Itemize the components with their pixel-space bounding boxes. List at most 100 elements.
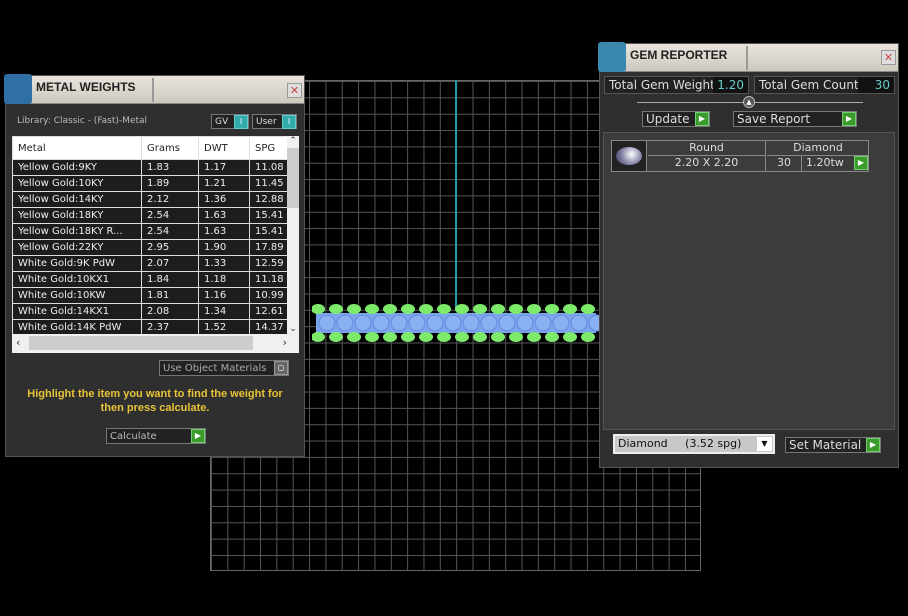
- table-cell: 1.16: [198, 287, 250, 304]
- prong: [581, 304, 595, 314]
- gem-seat: [498, 314, 516, 332]
- prong: [329, 304, 343, 314]
- total-gem-count-value: 30: [858, 77, 894, 93]
- gem-seat: [570, 314, 588, 332]
- table-cell: 2.12: [141, 191, 199, 208]
- prong: [491, 332, 505, 342]
- use-object-materials-toggle[interactable]: Use Object Materials ○: [159, 360, 289, 376]
- column-header[interactable]: Grams: [141, 136, 199, 160]
- gem-reporter-app-icon: [598, 42, 626, 72]
- table-row[interactable]: White Gold:14KX1 2.08 1.34 12.61: [12, 303, 299, 320]
- table-cell: 2.54: [141, 207, 199, 224]
- panel-title: GEM REPORTER: [630, 48, 728, 62]
- save-report-button[interactable]: Save Report ▶: [733, 111, 857, 127]
- chevron-down-icon[interactable]: ▼: [757, 437, 772, 451]
- horizontal-scrollbar[interactable]: ‹ ›: [12, 334, 299, 353]
- table-row[interactable]: Yellow Gold:10KY 1.89 1.21 11.45: [12, 175, 299, 192]
- metal-weights-app-icon: [4, 74, 32, 104]
- gem-seat: [534, 314, 552, 332]
- table-cell: White Gold:9K PdW: [12, 255, 142, 272]
- close-button[interactable]: ✕: [881, 50, 896, 65]
- column-header[interactable]: DWT: [198, 136, 250, 160]
- table-cell: 1.63: [198, 207, 250, 224]
- prong: [312, 332, 325, 342]
- title-bar[interactable]: METAL WEIGHTS ✕: [4, 74, 304, 104]
- prong: [473, 304, 487, 314]
- toggle-off-icon: ○: [274, 361, 288, 375]
- scroll-left-icon[interactable]: ‹: [16, 336, 20, 349]
- gem-size: 2.20 X 2.20: [648, 156, 766, 172]
- gem-material: Diamond: [767, 141, 869, 156]
- prong: [347, 304, 361, 314]
- prong: [401, 304, 415, 314]
- table-cell: 2.54: [141, 223, 199, 240]
- table-cell: White Gold:10KX1: [12, 271, 142, 288]
- gv-toggle[interactable]: GV I: [211, 114, 249, 129]
- table-row[interactable]: White Gold:9K PdW 2.07 1.33 12.59: [12, 255, 299, 272]
- scroll-up-icon[interactable]: ⌃: [287, 136, 299, 146]
- prong: [509, 304, 523, 314]
- material-select-value: Diamond (3.52 spg): [618, 437, 742, 450]
- play-icon: ▶: [842, 112, 856, 126]
- set-material-button[interactable]: Set Material ▶: [785, 437, 881, 453]
- prong: [437, 304, 451, 314]
- scroll-right-icon[interactable]: ›: [283, 336, 287, 349]
- prong: [455, 332, 469, 342]
- prong: [491, 304, 505, 314]
- toggle-icon: I: [282, 115, 296, 129]
- play-icon: ▶: [866, 438, 880, 452]
- table-row[interactable]: Yellow Gold:9KY 1.83 1.17 11.08: [12, 159, 299, 176]
- prong: [581, 332, 595, 342]
- total-gem-weight-field: Total Gem Weight 1.20: [604, 76, 749, 94]
- column-header[interactable]: Metal: [12, 136, 142, 160]
- gem-seat: [552, 314, 570, 332]
- prong: [563, 332, 577, 342]
- play-icon: ▶: [191, 429, 205, 443]
- gem-seat: [426, 314, 444, 332]
- update-button[interactable]: Update ▶: [642, 111, 710, 127]
- title-bar[interactable]: GEM REPORTER ✕: [598, 42, 898, 72]
- metal-table[interactable]: Metal Grams DWT SPG Yellow Gold:9KY 1.83 1.17 1…: [12, 136, 299, 353]
- scroll-down-icon[interactable]: ⌄: [287, 324, 299, 334]
- user-toggle[interactable]: User I: [252, 114, 297, 129]
- table-row[interactable]: Yellow Gold:18KY R... 2.54 1.63 15.41: [12, 223, 299, 240]
- gem-seat: [336, 314, 354, 332]
- close-button[interactable]: ✕: [287, 83, 302, 98]
- gem-seat: [390, 314, 408, 332]
- prong: [419, 304, 433, 314]
- collapse-icon[interactable]: ▲: [743, 96, 755, 108]
- instruction-text: Highlight the item you want to find the …: [27, 388, 283, 414]
- prong: [455, 304, 469, 314]
- prong: [563, 304, 577, 314]
- total-gem-weight-label: Total Gem Weight: [609, 78, 715, 92]
- table-cell: Yellow Gold:18KY: [12, 207, 142, 224]
- gem-list[interactable]: Round Diamond 2.20 X 2.20 30 1.20tw ▶: [603, 132, 895, 430]
- update-label: Update: [646, 112, 690, 126]
- vertical-scrollbar[interactable]: ⌃ ⌄: [287, 136, 299, 334]
- gem-seat: [354, 314, 372, 332]
- table-row[interactable]: Yellow Gold:18KY 2.54 1.63 15.41: [12, 207, 299, 224]
- prong: [419, 332, 433, 342]
- prong: [509, 332, 523, 342]
- use-object-materials-label: Use Object Materials: [163, 363, 267, 374]
- gem-seat: [480, 314, 498, 332]
- table-row[interactable]: White Gold:10KW 1.81 1.16 10.99: [12, 287, 299, 304]
- table-row[interactable]: White Gold:10KX1 1.84 1.18 11.18: [12, 271, 299, 288]
- table-row[interactable]: Yellow Gold:14KY 2.12 1.36 12.88: [12, 191, 299, 208]
- gem-count: 30: [767, 156, 802, 172]
- scroll-thumb[interactable]: [29, 336, 253, 350]
- table-cell: 1.63: [198, 223, 250, 240]
- table-cell: 1.33: [198, 255, 250, 272]
- prong: [527, 304, 541, 314]
- table-row[interactable]: Yellow Gold:22KY 2.95 1.90 17.89: [12, 239, 299, 256]
- gem-reporter-panel: GEM REPORTER ✕ Total Gem Weight 1.20 Tota…: [598, 42, 899, 468]
- material-select[interactable]: Diamond (3.52 spg) ▼: [613, 434, 775, 454]
- ring-model[interactable]: [312, 304, 600, 342]
- calculate-button[interactable]: Calculate ▶: [106, 428, 206, 444]
- prong: [312, 304, 325, 314]
- table-cell: 1.17: [198, 159, 250, 176]
- gem-detail-play-icon[interactable]: ▶: [854, 156, 868, 170]
- table-cell: Yellow Gold:22KY: [12, 239, 142, 256]
- gem-row[interactable]: Round Diamond 2.20 X 2.20 30 1.20tw ▶: [611, 140, 869, 172]
- scroll-thumb[interactable]: [287, 148, 299, 208]
